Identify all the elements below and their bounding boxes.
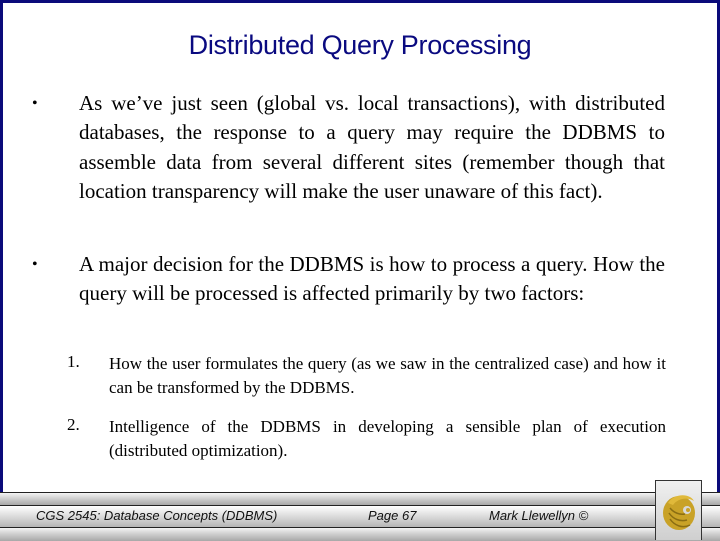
footer-band-top: [0, 492, 720, 505]
logo-box: [655, 480, 702, 540]
footer-author: Mark Llewellyn ©: [489, 508, 589, 523]
slide-title: Distributed Query Processing: [188, 30, 532, 60]
bullet-marker: •: [32, 95, 38, 112]
pegasus-logo-icon: [663, 495, 695, 530]
footer-course: CGS 2545: Database Concepts (DDBMS): [36, 508, 278, 523]
bullet-text: As we’ve just seen (global vs. local tra…: [79, 91, 665, 204]
slide-footer: CGS 2545: Database Concepts (DDBMS) Page…: [0, 492, 720, 541]
bullet-text: A major decision for the DDBMS is how to…: [79, 252, 665, 306]
item-text: Intelligence of the DDBMS in developing …: [109, 417, 666, 460]
item-text: How the user formulates the query (as we…: [109, 354, 666, 397]
item-number: 1.: [67, 352, 80, 371]
footer-page-number: Page 67: [368, 508, 417, 523]
footer-band-bottom: [0, 527, 720, 541]
bullet-marker: •: [32, 256, 38, 273]
item-number: 2.: [67, 415, 80, 434]
